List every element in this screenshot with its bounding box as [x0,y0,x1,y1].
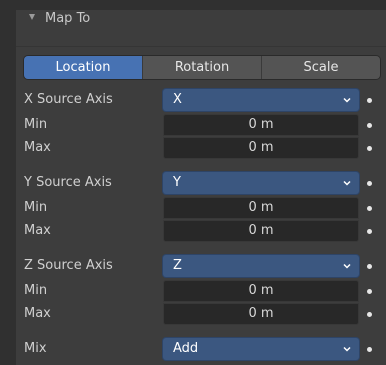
tab-location[interactable]: Location [24,56,143,79]
y-max-field[interactable]: 0 m [163,220,359,242]
chevron-down-icon [343,180,351,186]
x-max-field[interactable]: 0 m [163,137,359,159]
y-min-label: Min [24,200,48,215]
z-source-axis-value: Z [173,258,182,273]
tab-rotation[interactable]: Rotation [143,56,262,79]
x-min-label: Min [24,117,48,132]
z-source-axis-label: Z Source Axis [24,258,113,273]
x-source-axis-label: X Source Axis [24,92,113,107]
disclosure-triangle-icon[interactable] [29,14,35,20]
x-source-axis-dropdown[interactable]: X [163,89,359,111]
y-source-axis-label: Y Source Axis [24,175,112,190]
x-min-field[interactable]: 0 m [163,114,359,136]
z-source-axis-keyframe-dot[interactable] [367,264,372,269]
z-max-label: Max [24,306,51,321]
y-min-field[interactable]: 0 m [163,197,359,219]
x-min-keyframe-dot[interactable] [367,123,372,128]
y-source-axis-dropdown[interactable]: Y [163,172,359,194]
panel-title: Map To [45,11,91,26]
x-max-keyframe-dot[interactable] [367,146,372,151]
z-min-label: Min [24,283,48,298]
z-min-field[interactable]: 0 m [163,280,359,302]
y-source-axis-keyframe-dot[interactable] [367,181,372,186]
y-max-label: Max [24,223,51,238]
chevron-down-icon [343,346,351,352]
chevron-down-icon [343,263,351,269]
mix-dropdown[interactable]: Add [163,338,359,360]
y-source-axis-value: Y [173,175,181,190]
map-to-tabs: Location Rotation Scale [24,56,380,79]
z-max-keyframe-dot[interactable] [367,312,372,317]
mix-keyframe-dot[interactable] [367,347,372,352]
x-source-axis-keyframe-dot[interactable] [367,98,372,103]
x-max-label: Max [24,140,51,155]
z-max-field[interactable]: 0 m [163,303,359,325]
z-min-keyframe-dot[interactable] [367,289,372,294]
x-source-axis-value: X [173,92,182,107]
chevron-down-icon [343,97,351,103]
y-max-keyframe-dot[interactable] [367,229,372,234]
mix-label: Mix [24,341,47,356]
tab-scale[interactable]: Scale [262,56,380,79]
z-source-axis-dropdown[interactable]: Z [163,255,359,277]
y-min-keyframe-dot[interactable] [367,206,372,211]
mix-value: Add [173,341,199,356]
